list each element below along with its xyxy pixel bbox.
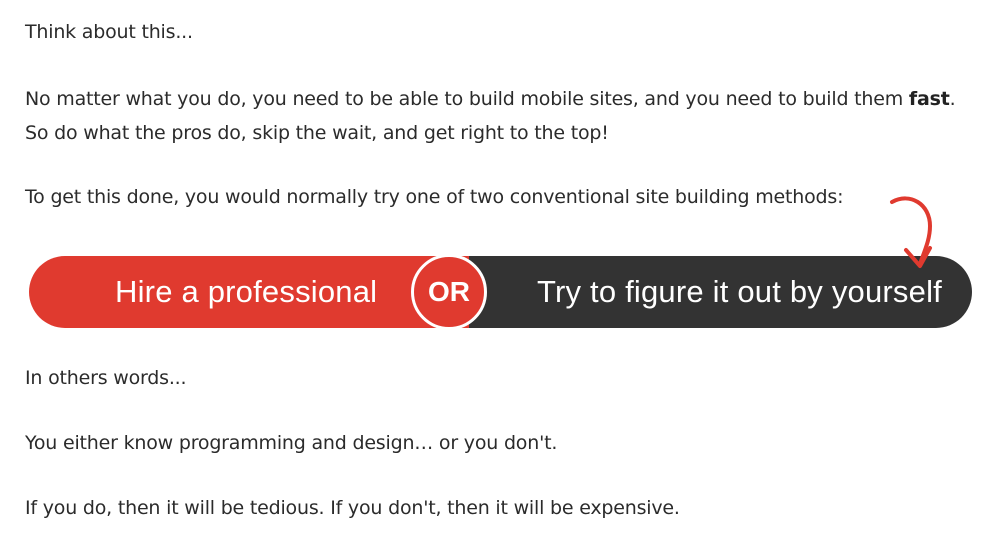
curved-arrow-down-icon bbox=[890, 196, 933, 268]
mobile-sites-paragraph: No matter what you do, you need to be ab… bbox=[25, 82, 956, 150]
choice-banner: Hire a professional Try to figure it out… bbox=[29, 254, 972, 330]
paragraph-text: . bbox=[949, 88, 956, 110]
knowledge-text: You either know programming and design… … bbox=[25, 432, 558, 454]
intro-text: Think about this... bbox=[25, 21, 193, 43]
emphasis-fast: fast bbox=[908, 88, 950, 110]
paragraph-text: No matter what you do, you need to be ab… bbox=[25, 88, 909, 110]
or-badge: OR bbox=[411, 254, 487, 330]
in-other-words-text: In others words... bbox=[25, 367, 187, 389]
paragraph-text: So do what the pros do, skip the wait, a… bbox=[25, 122, 609, 144]
methods-intro-text: To get this done, you would normally try… bbox=[25, 186, 844, 208]
cost-text: If you do, then it will be tedious. If y… bbox=[25, 497, 680, 519]
hire-professional-label: Hire a professional bbox=[115, 274, 378, 309]
